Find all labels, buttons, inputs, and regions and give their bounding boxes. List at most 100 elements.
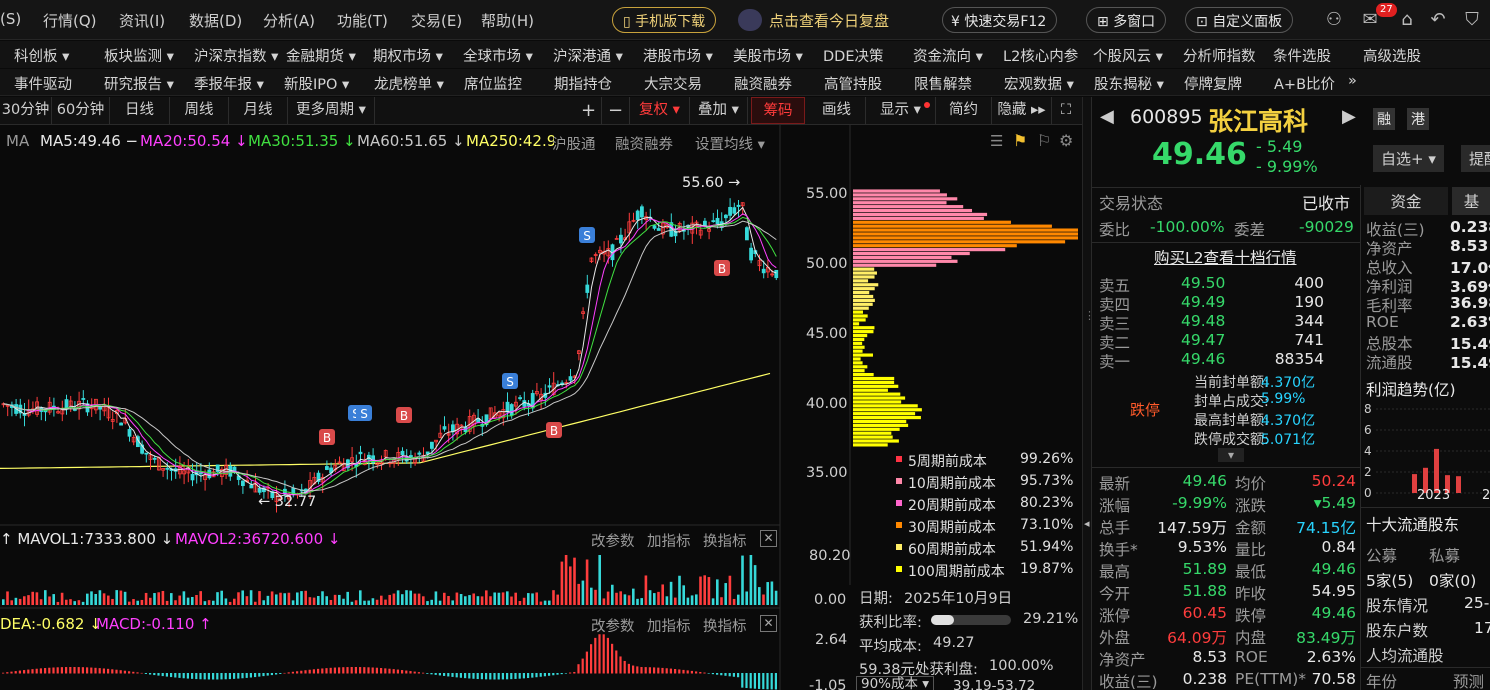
- nav-flow[interactable]: 资金流向 ▾: [913, 45, 983, 66]
- quick-trade-button[interactable]: ¥ 快速交易F12: [942, 7, 1058, 33]
- period-week[interactable]: 周线: [170, 97, 229, 124]
- nav-block-trade[interactable]: 大宗交易: [644, 73, 702, 94]
- vol-close-button[interactable]: ✕: [760, 530, 777, 547]
- period-60min[interactable]: 60分钟: [52, 97, 110, 124]
- nav-seat[interactable]: 席位监控: [464, 73, 522, 94]
- nav-ab-ratio[interactable]: A+B比价: [1274, 73, 1335, 94]
- ask-price[interactable]: 49.46: [1181, 350, 1225, 368]
- nav-lhb[interactable]: 龙虎榜单 ▾: [374, 73, 444, 94]
- nav-ipo[interactable]: 新股IPO ▾: [284, 73, 349, 94]
- flag-outline-icon[interactable]: ⚐: [1037, 131, 1051, 150]
- tab-fundamentals[interactable]: 基: [1452, 187, 1490, 215]
- macd-params-button[interactable]: 改参数: [591, 615, 635, 636]
- macd-add-button[interactable]: 加指标: [647, 615, 691, 636]
- nav-dde[interactable]: DDE决策: [823, 45, 884, 66]
- macd-close-button[interactable]: ✕: [760, 615, 777, 632]
- nav-us[interactable]: 美股市场 ▾: [733, 45, 803, 66]
- period-day[interactable]: 日线: [110, 97, 170, 124]
- tab-funds[interactable]: 资金: [1364, 187, 1448, 215]
- simple-button[interactable]: 简约: [936, 97, 992, 124]
- nav-kechuang[interactable]: 科创板 ▾: [14, 45, 69, 66]
- nav-more[interactable]: »: [1348, 73, 1357, 89]
- shirt-icon[interactable]: ⛉: [1461, 9, 1483, 31]
- menu-item-shuju[interactable]: 数据(D): [189, 10, 242, 31]
- nav-margin[interactable]: 融资融券: [734, 73, 792, 94]
- cost-range-select[interactable]: 90%成本 ▾: [856, 676, 935, 690]
- custom-panel-button[interactable]: ⊡ 自定义面板: [1185, 7, 1294, 33]
- add-watchlist-button[interactable]: 自选+ ▾: [1373, 145, 1444, 172]
- candle-body: [152, 457, 157, 460]
- nav-hsgt[interactable]: 沪深港通 ▾: [553, 45, 623, 66]
- chip-bar: [853, 396, 906, 400]
- period-30min[interactable]: 30分钟: [0, 97, 52, 124]
- menu-item-fenxi[interactable]: 分析(A): [263, 10, 315, 31]
- prev-stock-icon[interactable]: ◀: [1100, 106, 1114, 127]
- nav-analyst[interactable]: 分析师指数: [1183, 45, 1256, 66]
- nav-global[interactable]: 全球市场 ▾: [463, 45, 533, 66]
- menu-item-system[interactable]: (S): [0, 10, 21, 28]
- multi-window-button[interactable]: ⊞ 多窗口: [1086, 7, 1167, 33]
- review-link[interactable]: 点击查看今日复盘: [769, 10, 889, 31]
- ask-price[interactable]: 49.50: [1181, 274, 1225, 292]
- vol-swap-button[interactable]: 换指标: [703, 530, 747, 551]
- hk-tag[interactable]: 港: [1407, 108, 1429, 130]
- nav-hsj-index[interactable]: 沪深京指数 ▾: [194, 45, 278, 66]
- nav-event[interactable]: 事件驱动: [14, 73, 72, 94]
- menu-item-zixun[interactable]: 资讯(I): [119, 10, 165, 31]
- draw-line-button[interactable]: 画线: [808, 97, 866, 124]
- fuquan-dropdown[interactable]: 复权 ▾: [630, 97, 690, 124]
- ask-price[interactable]: 49.47: [1181, 331, 1225, 349]
- nav-macro[interactable]: 宏观数据 ▾: [1004, 73, 1074, 94]
- list-icon[interactable]: ☰: [990, 132, 1003, 150]
- nav-screen[interactable]: 条件选股: [1273, 45, 1331, 66]
- nav-hk[interactable]: 港股市场 ▾: [643, 45, 713, 66]
- expand-chevron-icon[interactable]: ▾: [1218, 448, 1245, 462]
- chip-bar: [853, 279, 869, 283]
- back-icon[interactable]: ↶: [1427, 9, 1449, 31]
- fullscreen-icon[interactable]: ⛶: [1052, 97, 1080, 124]
- nav-futures[interactable]: 金融期货 ▾: [286, 45, 356, 66]
- nav-gegu[interactable]: 个股风云 ▾: [1093, 45, 1163, 66]
- vol-add-button[interactable]: 加指标: [647, 530, 691, 551]
- panel-splitter[interactable]: ⋮ ◂: [1082, 97, 1095, 690]
- top10-holders-title[interactable]: 十大流通股东: [1366, 513, 1459, 535]
- menu-item-bangzhu[interactable]: 帮助(H): [481, 10, 534, 31]
- user-icon[interactable]: ⚇: [1323, 9, 1345, 31]
- menu-item-jiaoyi[interactable]: 交易(E): [411, 10, 462, 31]
- nav-reports[interactable]: 季报年报 ▾: [194, 73, 264, 94]
- mobile-download-button[interactable]: ▯ 手机版下载: [612, 7, 717, 33]
- home-icon[interactable]: ⌂: [1396, 9, 1418, 31]
- nav-exec[interactable]: 高管持股: [824, 73, 882, 94]
- nav-research[interactable]: 研究报告 ▾: [104, 73, 174, 94]
- nav-unlock[interactable]: 限售解禁: [914, 73, 972, 94]
- nav-bankuai[interactable]: 板块监测 ▾: [104, 45, 174, 66]
- flag-icon[interactable]: ⚑: [1013, 131, 1027, 150]
- macd-swap-button[interactable]: 换指标: [703, 615, 747, 636]
- hide-button[interactable]: 隐藏 ▸▸: [992, 97, 1052, 124]
- nav-futures-pos[interactable]: 期指持仓: [554, 73, 612, 94]
- alert-button[interactable]: 提醒: [1461, 145, 1490, 172]
- margin-tag[interactable]: 融: [1373, 108, 1395, 130]
- collapse-icon[interactable]: ◂: [1084, 517, 1090, 530]
- zoom-out-button[interactable]: −: [602, 97, 630, 124]
- nav-suspend[interactable]: 停牌复牌: [1184, 73, 1242, 94]
- settings-icon[interactable]: ⚙: [1059, 131, 1073, 150]
- menu-item-gongneng[interactable]: 功能(T): [337, 10, 388, 31]
- period-month[interactable]: 月线: [229, 97, 288, 124]
- ask-price[interactable]: 49.49: [1181, 293, 1225, 311]
- menu-item-hangqing[interactable]: 行情(Q): [43, 10, 97, 31]
- period-more[interactable]: 更多周期 ▾: [288, 97, 375, 124]
- nav-options[interactable]: 期权市场 ▾: [373, 45, 443, 66]
- nav-holders[interactable]: 股东揭秘 ▾: [1094, 73, 1164, 94]
- next-stock-icon[interactable]: ▶: [1342, 106, 1356, 127]
- chips-button[interactable]: 筹码: [751, 97, 805, 124]
- nav-l2[interactable]: L2核心内参: [1003, 45, 1078, 66]
- vol-params-button[interactable]: 改参数: [591, 530, 635, 551]
- zoom-in-button[interactable]: +: [576, 97, 602, 124]
- ask-price[interactable]: 49.48: [1181, 312, 1225, 330]
- nav-adv-screen[interactable]: 高级选股: [1363, 45, 1421, 66]
- volume-bar: [2, 599, 5, 605]
- l2-purchase-link[interactable]: 购买L2查看十档行情: [1154, 246, 1297, 268]
- overlay-dropdown[interactable]: 叠加 ▾: [690, 97, 748, 124]
- volume-bar: [573, 557, 576, 605]
